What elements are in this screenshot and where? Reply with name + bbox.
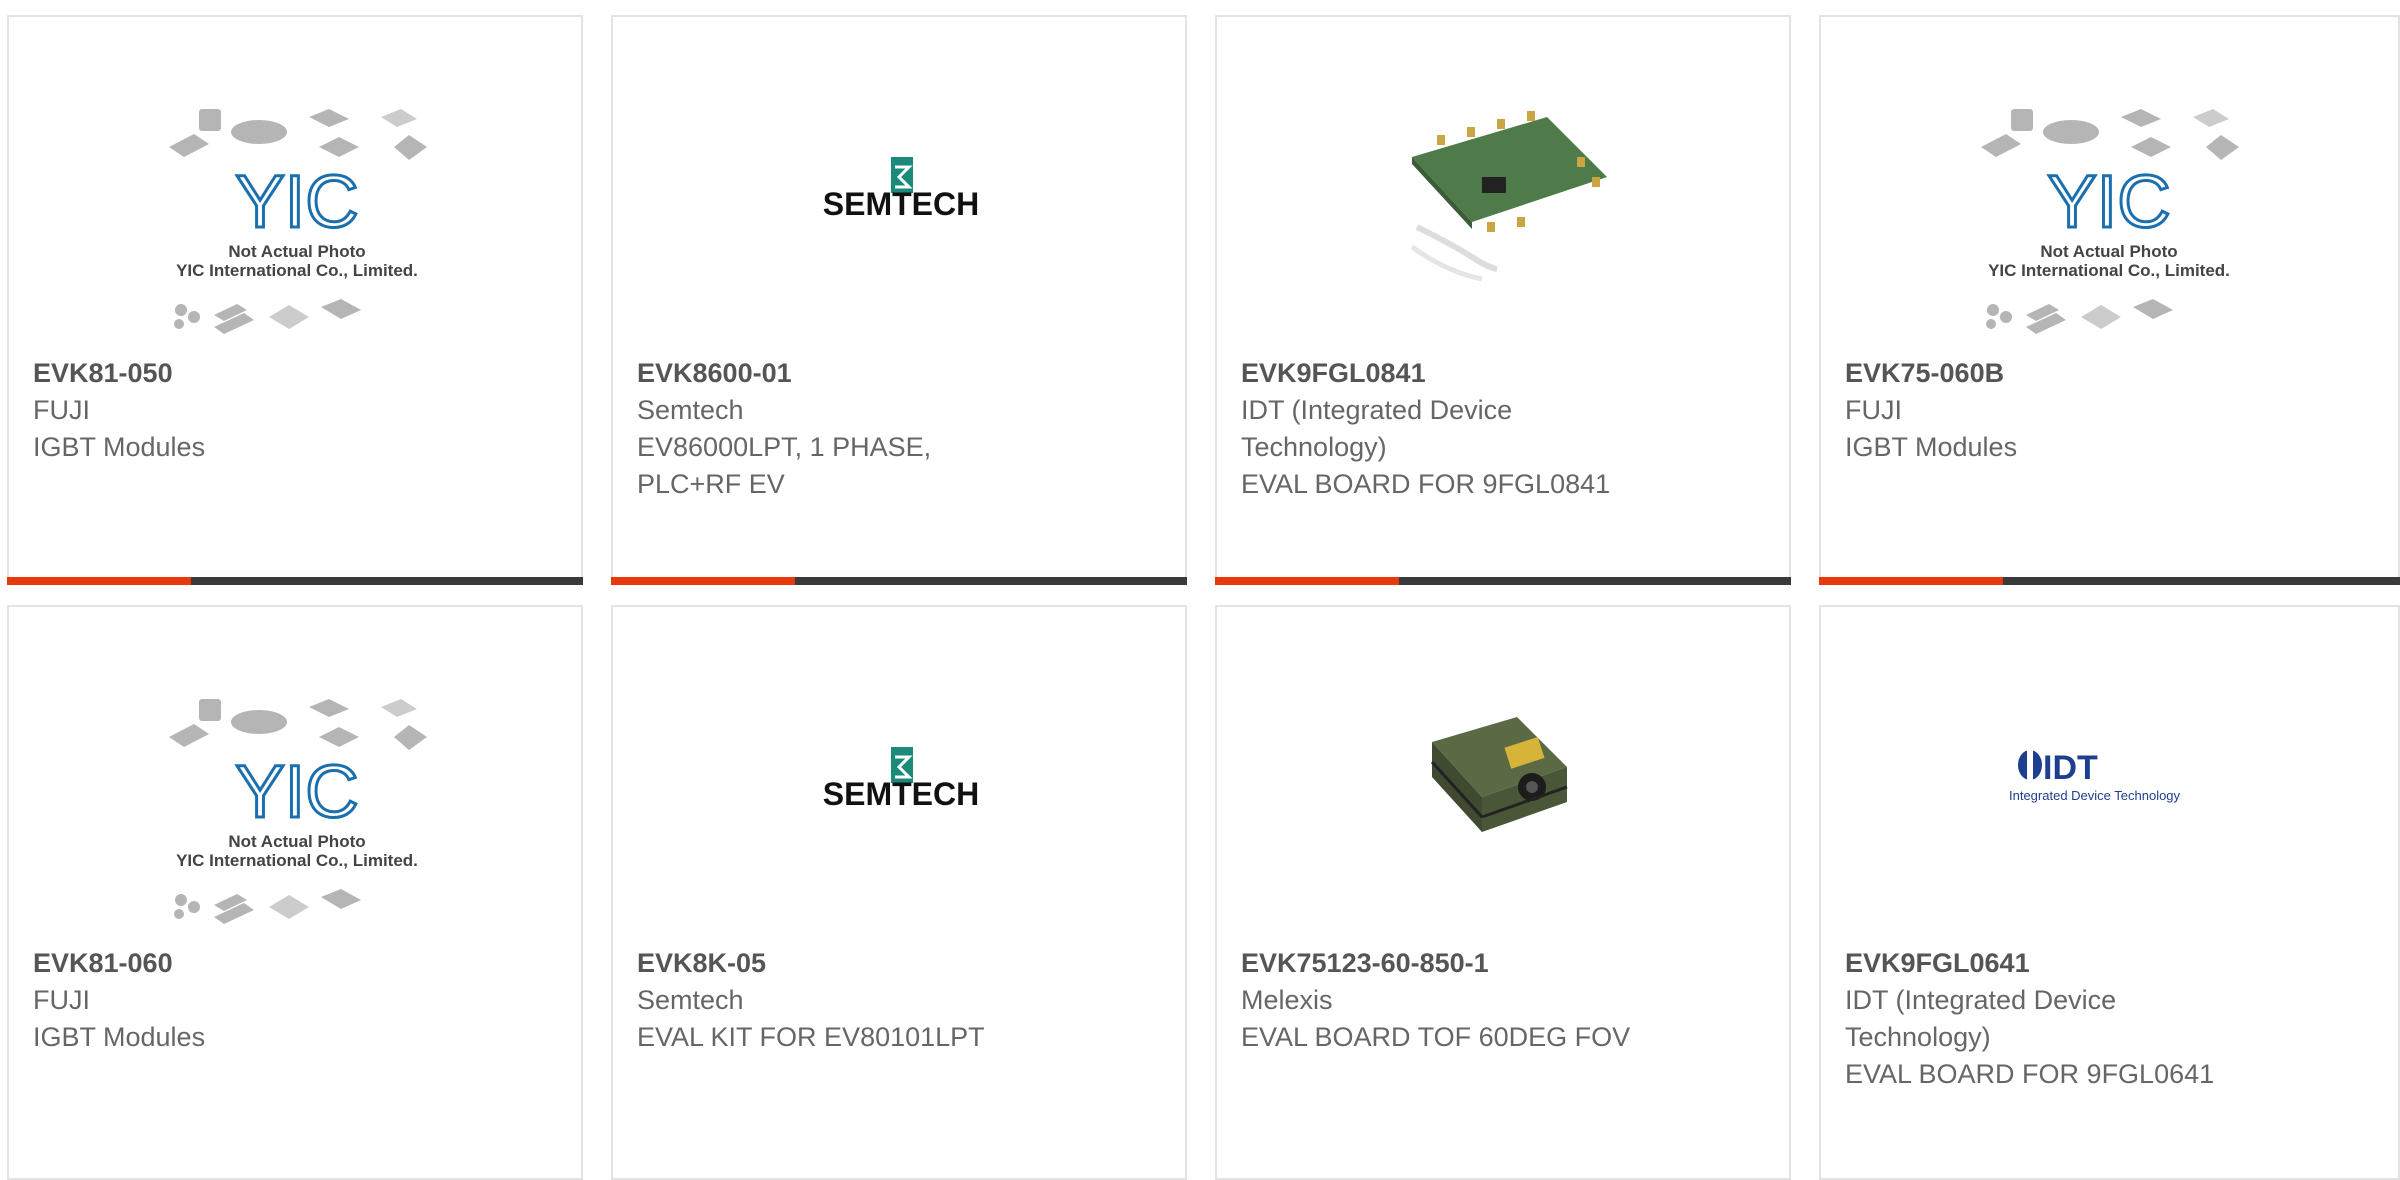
svg-text:SEMTECH: SEMTECH	[823, 776, 979, 812]
chip-icons-bottom	[174, 299, 361, 334]
product-card[interactable]: EVK9FGL0841 IDT (Integrated Device Techn…	[1215, 15, 1791, 585]
product-image[interactable]	[1217, 17, 1789, 357]
part-number[interactable]: EVK9FGL0841	[1241, 355, 1769, 392]
svg-text:IDT: IDT	[2043, 749, 2098, 787]
manufacturer: FUJI	[1845, 395, 1902, 425]
manufacturer: IDT (Integrated Device	[1241, 395, 1513, 425]
manufacturer: FUJI	[33, 985, 90, 1015]
yic-logo: YIC	[235, 160, 358, 243]
description: EV86000LPT, 1 PHASE,	[637, 432, 932, 462]
description: IGBT Modules	[33, 1022, 206, 1052]
svg-text:Integrated Device Technology: Integrated Device Technology	[2009, 788, 2181, 803]
card-bottom-bar	[7, 577, 583, 585]
manufacturer: Melexis	[1241, 985, 1333, 1015]
card-bottom-bar	[1215, 577, 1791, 585]
accent-bar	[1215, 577, 1399, 585]
product-image[interactable]: YIC Not Actual Photo YIC International C…	[9, 607, 581, 947]
product-card[interactable]: YIC Not Actual Photo YIC International C…	[1819, 15, 2400, 585]
idt-logo: IDT Integrated Device Technology	[2009, 748, 2181, 803]
manufacturer: Semtech	[637, 985, 744, 1015]
description: PLC+RF EV	[637, 469, 785, 499]
chip-icons-bottom	[174, 889, 361, 924]
product-image[interactable]	[1217, 607, 1789, 947]
placeholder-line1: Not Actual Photo	[2040, 242, 2177, 261]
semtech-logo: SEMTECH	[823, 157, 979, 222]
part-number[interactable]: EVK81-060	[33, 945, 561, 982]
card-bottom-bar	[611, 577, 1187, 585]
manufacturer: FUJI	[33, 395, 90, 425]
yic-logo: YIC	[235, 750, 358, 833]
tof-board-photo	[1430, 717, 1568, 832]
part-number[interactable]: EVK8K-05	[637, 945, 1165, 982]
accent-bar	[1819, 577, 2003, 585]
accent-bar	[611, 577, 795, 585]
placeholder-line1: Not Actual Photo	[228, 832, 365, 851]
product-card[interactable]: YIC Not Actual Photo YIC International C…	[7, 15, 583, 585]
chip-icons-top	[1981, 109, 2239, 160]
chip-icons-top	[169, 699, 427, 750]
product-card[interactable]: SEMTECH EVK8600-01 Semtech EV86000LPT, 1…	[611, 15, 1187, 585]
part-number[interactable]: EVK9FGL0641	[1845, 945, 2378, 982]
product-card[interactable]: SEMTECH EVK8K-05 Semtech EVAL KIT FOR EV…	[611, 605, 1187, 1180]
part-number[interactable]: EVK81-050	[33, 355, 561, 392]
description: IGBT Modules	[33, 432, 206, 462]
placeholder-line2: YIC International Co., Limited.	[176, 851, 418, 870]
eval-board-photo	[1410, 111, 1607, 282]
placeholder-line2: YIC International Co., Limited.	[1988, 261, 2230, 280]
product-card[interactable]: EVK75123-60-850-1 Melexis EVAL BOARD TOF…	[1215, 605, 1791, 1180]
product-image[interactable]: SEMTECH	[613, 607, 1185, 947]
semtech-logo: SEMTECH	[823, 747, 979, 812]
product-card[interactable]: IDT Integrated Device Technology EVK9FGL…	[1819, 605, 2400, 1180]
card-bottom-bar	[1819, 577, 2400, 585]
accent-bar	[7, 577, 191, 585]
description: IGBT Modules	[1845, 432, 2018, 462]
part-number[interactable]: EVK75123-60-850-1	[1241, 945, 1769, 982]
chip-icons-top	[169, 109, 427, 160]
product-image[interactable]: YIC Not Actual Photo YIC International C…	[9, 17, 581, 357]
part-number[interactable]: EVK8600-01	[637, 355, 1165, 392]
description: EVAL KIT FOR EV80101LPT	[637, 1022, 985, 1052]
product-image[interactable]: SEMTECH	[613, 17, 1185, 357]
description: Technology)	[1845, 1022, 1991, 1052]
placeholder-line1: Not Actual Photo	[228, 242, 365, 261]
description: Technology)	[1241, 432, 1387, 462]
description: EVAL BOARD FOR 9FGL0841	[1241, 469, 1611, 499]
chip-icons-bottom	[1986, 299, 2173, 334]
product-image[interactable]: IDT Integrated Device Technology	[1821, 607, 2398, 947]
yic-logo: YIC	[2047, 160, 2170, 243]
svg-text:SEMTECH: SEMTECH	[823, 186, 979, 222]
description: EVAL BOARD FOR 9FGL0641	[1845, 1059, 2215, 1089]
manufacturer: IDT (Integrated Device	[1845, 985, 2117, 1015]
product-card[interactable]: YIC Not Actual Photo YIC International C…	[7, 605, 583, 1180]
placeholder-line2: YIC International Co., Limited.	[176, 261, 418, 280]
part-number[interactable]: EVK75-060B	[1845, 355, 2378, 392]
description: EVAL BOARD TOF 60DEG FOV	[1241, 1022, 1631, 1052]
product-image[interactable]: YIC Not Actual Photo YIC International C…	[1821, 17, 2398, 357]
manufacturer: Semtech	[637, 395, 744, 425]
